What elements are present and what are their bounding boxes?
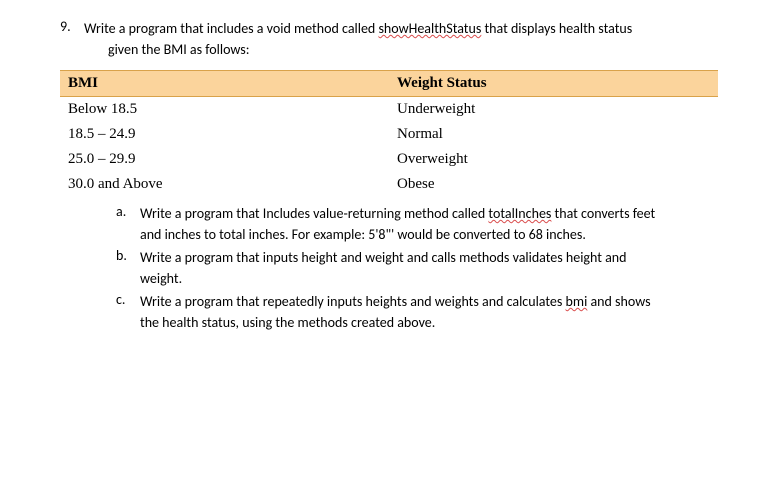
- sub-question-c: c. Write a program that repeatedly input…: [116, 291, 718, 333]
- sub-body: Write a program that inputs height and w…: [140, 247, 718, 289]
- question-row: 9. Write a program that includes a void …: [60, 18, 718, 60]
- question-text-line2: given the BMI as follows:: [108, 39, 718, 60]
- sub-question-a: a. Write a program that Includes value-r…: [116, 203, 718, 245]
- table-row: 18.5 – 24.9 Normal: [60, 122, 718, 147]
- spellcheck-word-showhealthstatus: showHealthStatus: [378, 20, 481, 37]
- table-cell: Obese: [389, 172, 718, 197]
- table-row: 25.0 – 29.9 Overweight: [60, 147, 718, 172]
- sub-a-line2: and inches to total inches. For example:…: [140, 224, 718, 245]
- table-cell: 30.0 and Above: [60, 172, 389, 197]
- sub-c-text-part1: Write a program that repeatedly inputs h…: [140, 293, 566, 310]
- table-header-status: Weight Status: [389, 71, 718, 97]
- question-text-part1: Write a program that includes a void met…: [84, 20, 378, 37]
- question-text-part2: that displays health status: [481, 20, 632, 37]
- table-cell: Underweight: [389, 97, 718, 123]
- sub-letter: a.: [116, 203, 140, 220]
- bmi-table-wrap: BMI Weight Status Below 18.5 Underweight…: [60, 70, 718, 197]
- table-cell: Normal: [389, 122, 718, 147]
- sub-a-text-part2: that converts feet: [551, 205, 655, 222]
- spellcheck-word-bmi: bmi: [566, 293, 588, 310]
- sub-body: Write a program that Includes value-retu…: [140, 203, 718, 245]
- sub-c-text-part2: and shows: [587, 293, 650, 310]
- sub-letter: b.: [116, 247, 140, 264]
- table-cell: 18.5 – 24.9: [60, 122, 389, 147]
- sub-question-b: b. Write a program that inputs height an…: [116, 247, 718, 289]
- table-header-bmi: BMI: [60, 71, 389, 97]
- sub-body: Write a program that repeatedly inputs h…: [140, 291, 718, 333]
- sub-letter: c.: [116, 291, 140, 308]
- table-row: Below 18.5 Underweight: [60, 97, 718, 123]
- table-cell: Below 18.5: [60, 97, 389, 123]
- sub-question-list: a. Write a program that Includes value-r…: [116, 203, 718, 333]
- question-body: Write a program that includes a void met…: [84, 18, 718, 60]
- page-content: 9. Write a program that includes a void …: [0, 0, 778, 333]
- table-cell: Overweight: [389, 147, 718, 172]
- table-header-row: BMI Weight Status: [60, 71, 718, 97]
- table-row: 30.0 and Above Obese: [60, 172, 718, 197]
- question-number: 9.: [60, 18, 84, 35]
- table-cell: 25.0 – 29.9: [60, 147, 389, 172]
- sub-b-line1: Write a program that inputs height and w…: [140, 247, 718, 268]
- spellcheck-word-totalinches: totalInches: [488, 205, 551, 222]
- sub-b-line2: weight.: [140, 268, 718, 289]
- sub-c-line2: the health status, using the methods cre…: [140, 312, 718, 333]
- bmi-table: BMI Weight Status Below 18.5 Underweight…: [60, 70, 718, 197]
- sub-a-text-part1: Write a program that Includes value-retu…: [140, 205, 488, 222]
